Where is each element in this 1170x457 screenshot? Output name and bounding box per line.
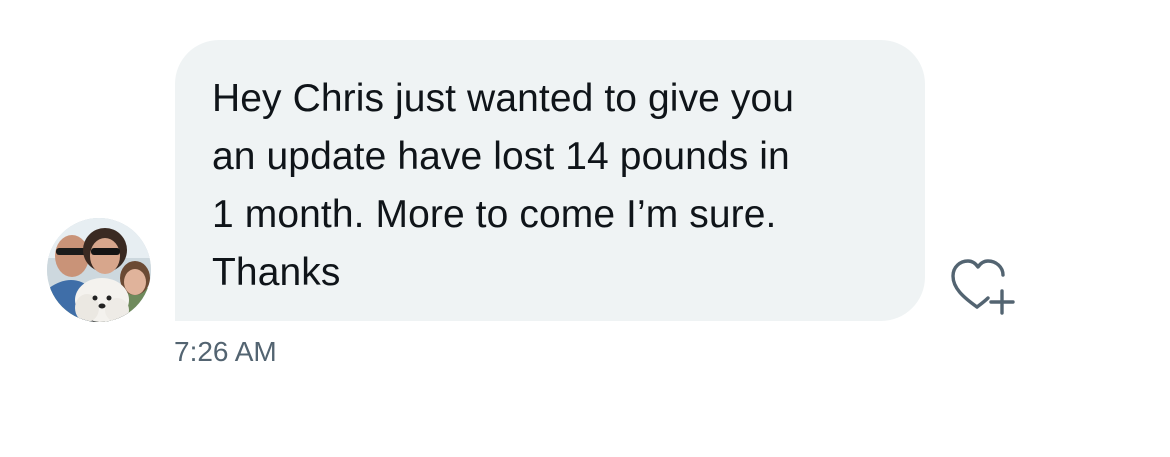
message-timestamp: 7:26 AM	[174, 336, 277, 367]
avatar-photo	[47, 218, 151, 322]
sender-avatar[interactable]	[47, 218, 151, 322]
message-line: Thanks	[212, 251, 341, 294]
add-reaction-button[interactable]	[945, 255, 1025, 317]
heart-plus-icon	[951, 259, 1015, 315]
message-line: 1 month. More to come I’m sure.	[212, 193, 777, 236]
message-line: an update have lost 14 pounds in	[212, 135, 790, 178]
message-bubble[interactable]: Hey Chris just wanted to give you an upd…	[175, 40, 925, 321]
message-line: Hey Chris just wanted to give you	[212, 77, 795, 120]
